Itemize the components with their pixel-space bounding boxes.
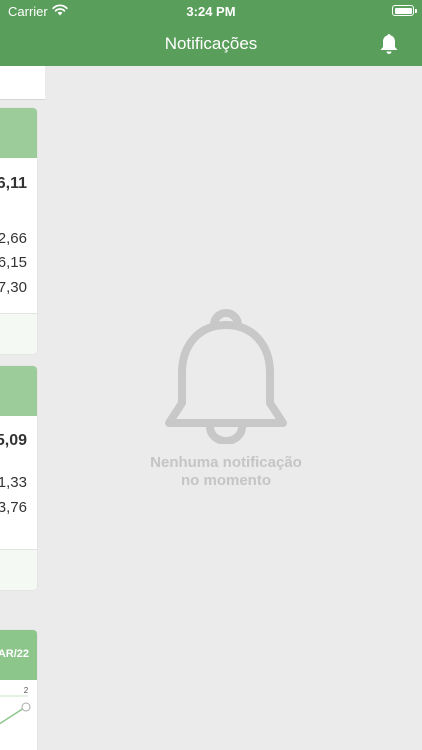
bell-outline-icon bbox=[165, 309, 287, 444]
card-value: 1,33 bbox=[0, 474, 27, 491]
card-value: 6,15 bbox=[0, 254, 27, 271]
clock: 3:24 PM bbox=[186, 4, 236, 19]
background-content: 6,11 2,66 6,15 7,30 5,09 1,33 3,76 AR/22… bbox=[0, 66, 45, 750]
battery-icon bbox=[392, 5, 417, 16]
background-card: 6,11 2,66 6,15 7,30 bbox=[0, 108, 37, 354]
card-header-label: AR/22 bbox=[0, 648, 29, 660]
empty-state: Nenhuma notificação no momento bbox=[45, 66, 422, 750]
card-header: AR/22 bbox=[0, 630, 37, 680]
card-footer bbox=[0, 313, 37, 354]
empty-state-message: Nenhuma notificação no momento bbox=[45, 454, 407, 490]
chart-tick-label: 2 bbox=[24, 686, 29, 695]
empty-state-line-1: Nenhuma notificação bbox=[150, 454, 302, 471]
card-value: 7,30 bbox=[0, 279, 27, 296]
card-header bbox=[0, 366, 37, 416]
background-card: 5,09 1,33 3,76 bbox=[0, 366, 37, 590]
empty-state-line-2: no momento bbox=[181, 472, 271, 489]
bell-icon[interactable] bbox=[378, 32, 400, 56]
card-big-value: 5,09 bbox=[0, 432, 27, 449]
card-footer bbox=[0, 549, 37, 590]
card-header bbox=[0, 108, 37, 158]
card-value: 3,76 bbox=[0, 499, 27, 516]
navigation-bar: Notificações bbox=[0, 22, 422, 66]
background-chart-card: AR/22 2 bbox=[0, 630, 37, 750]
card-value: 2,66 bbox=[0, 230, 27, 247]
background-strip bbox=[0, 66, 45, 100]
mini-chart: 2 bbox=[0, 686, 31, 725]
status-bar: Carrier 3:24 PM bbox=[0, 0, 422, 22]
page-title: Notificações bbox=[164, 34, 258, 53]
card-big-value: 6,11 bbox=[0, 175, 27, 192]
